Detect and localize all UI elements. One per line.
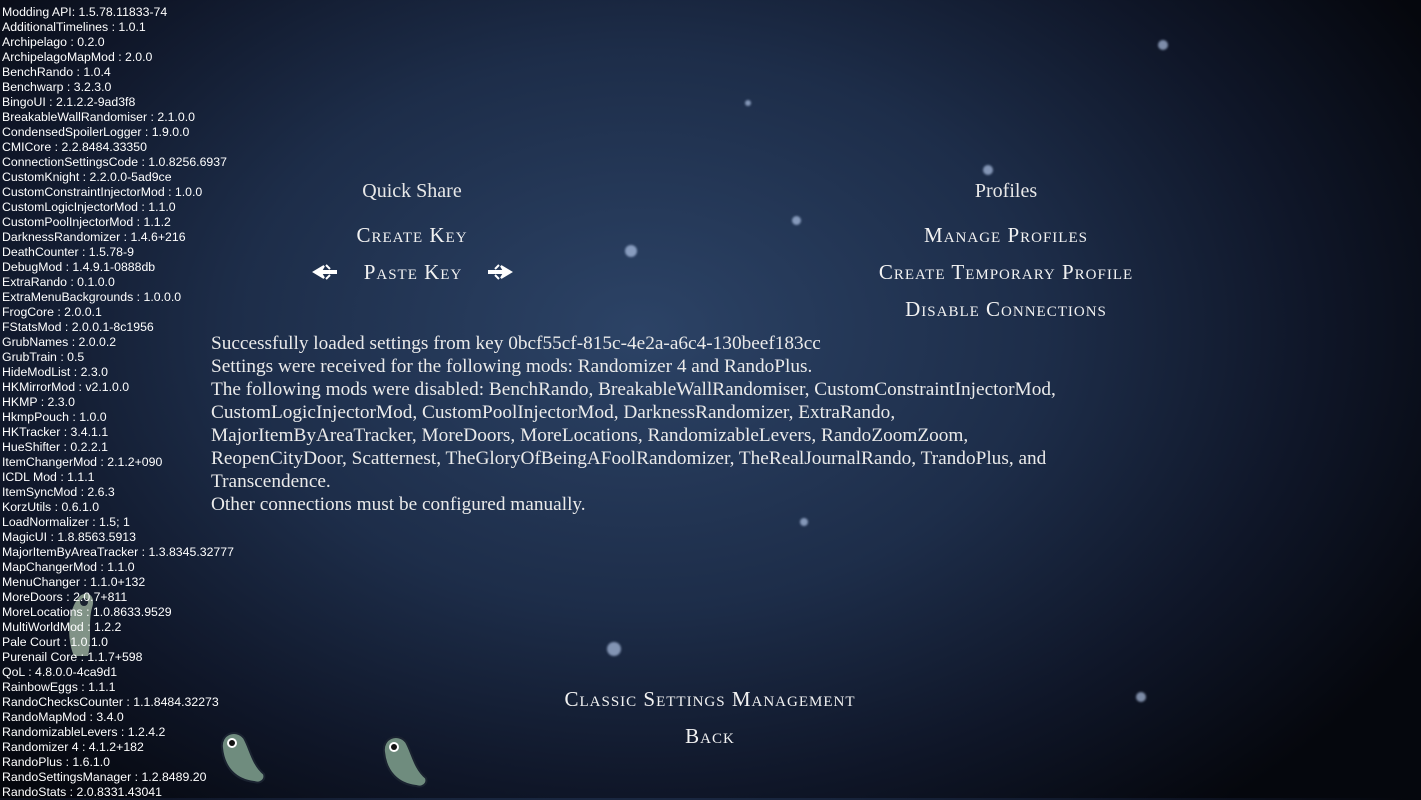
message-line: Settings were received for the following…: [211, 356, 813, 377]
mod-list-item: Modding API: 1.5.78.11833-74: [2, 5, 168, 19]
mod-list-item: GrubTrain : 0.5: [2, 350, 85, 364]
mod-list-item: MenuChanger : 1.1.0+132: [2, 575, 146, 589]
message-line: Other connections must be configured man…: [211, 494, 586, 515]
mod-list-item: RandomizableLevers : 1.2.4.2: [2, 725, 166, 739]
mod-list-item: AdditionalTimelines : 1.0.1: [2, 20, 146, 34]
mod-list-item: ICDL Mod : 1.1.1: [2, 470, 95, 484]
mod-list-item: GrubNames : 2.0.0.2: [2, 335, 117, 349]
grub-sprite-icon: [382, 736, 428, 788]
mod-list-item: CustomPoolInjectorMod : 1.1.2: [2, 215, 171, 229]
particle: [625, 245, 637, 257]
status-message: Successfully loaded settings from key 0b…: [211, 332, 1191, 516]
create-temporary-profile-button[interactable]: Create Temporary Profile: [879, 260, 1133, 285]
classic-settings-management-button[interactable]: Classic Settings Management: [564, 687, 855, 712]
mod-list-item: HideModList : 2.3.0: [2, 365, 108, 379]
particle: [1158, 40, 1168, 50]
mod-list-item: CondensedSpoilerLogger : 1.9.0.0: [2, 125, 190, 139]
mod-list-item: HkmpPouch : 1.0.0: [2, 410, 107, 424]
mod-list-item: CustomLogicInjectorMod : 1.1.0: [2, 200, 176, 214]
mod-list-item: QoL : 4.8.0.0-4ca9d1: [2, 665, 118, 679]
mod-list-item: RainbowEggs : 1.1.1: [2, 680, 116, 694]
mod-list-item: Purenail Core : 1.1.7+598: [2, 650, 143, 664]
mod-list-item: Benchwarp : 3.2.3.0: [2, 80, 112, 94]
mod-list-item: DarknessRandomizer : 1.4.6+216: [2, 230, 186, 244]
back-button[interactable]: Back: [685, 724, 735, 749]
mod-list-item: RandoPlus : 1.6.1.0: [2, 755, 111, 769]
mod-list-item: ConnectionSettingsCode : 1.0.8256.6937: [2, 155, 227, 169]
mod-list-item: ExtraMenuBackgrounds : 1.0.0.0: [2, 290, 182, 304]
mod-list-item: ItemChangerMod : 2.1.2+090: [2, 455, 163, 469]
particle: [800, 518, 808, 526]
fleur-right-icon: [488, 264, 513, 280]
mod-list-item: Pale Court : 1.0.1.0: [2, 635, 108, 649]
particle: [983, 165, 993, 175]
mod-list-item: RandoChecksCounter : 1.1.8484.32273: [2, 695, 219, 709]
mod-list-item: BingoUI : 2.1.2.2-9ad3f8: [2, 95, 136, 109]
message-line: Transcendence.: [211, 471, 331, 492]
quick-share-header: Quick Share: [362, 180, 462, 202]
mod-list-item: ArchipelagoMapMod : 2.0.0: [2, 50, 153, 64]
mod-list-item: HKMP : 2.3.0: [2, 395, 75, 409]
mod-list-item: ItemSyncMod : 2.6.3: [2, 485, 115, 499]
mod-list-item: MagicUI : 1.8.8563.5913: [2, 530, 136, 544]
mod-list-item: FStatsMod : 2.0.0.1-8c1956: [2, 320, 154, 334]
mod-list-item: MultiWorldMod : 1.2.2: [2, 620, 122, 634]
profiles-header: Profiles: [974, 180, 1038, 202]
disable-connections-button[interactable]: Disable Connections: [905, 297, 1107, 322]
mod-list-item: CustomKnight : 2.2.0.0-5ad9ce: [2, 170, 172, 184]
mod-list-item: LoadNormalizer : 1.5; 1: [2, 515, 130, 529]
mod-list-item: FrogCore : 2.0.0.1: [2, 305, 102, 319]
message-line: Successfully loaded settings from key 0b…: [211, 333, 821, 354]
mod-list-item: MoreLocations : 1.0.8633.9529: [2, 605, 172, 619]
mod-list-item: MapChangerMod : 1.1.0: [2, 560, 135, 574]
message-line: The following mods were disabled: BenchR…: [211, 379, 1056, 400]
mod-list-item: CMICore : 2.2.8484.33350: [2, 140, 147, 154]
mod-list-item: KorzUtils : 0.6.1.0: [2, 500, 100, 514]
mod-list-item: BreakableWallRandomiser : 2.1.0.0: [2, 110, 195, 124]
mod-list-item: MajorItemByAreaTracker : 1.3.8345.32777: [2, 545, 234, 559]
paste-key-button[interactable]: Paste Key: [364, 260, 463, 285]
particle: [1136, 692, 1146, 702]
mod-list-item: DeathCounter : 1.5.78-9: [2, 245, 134, 259]
create-key-button[interactable]: Create Key: [356, 223, 467, 248]
mod-list-item: HKTracker : 3.4.1.1: [2, 425, 109, 439]
message-line: MajorItemByAreaTracker, MoreDoors, MoreL…: [211, 425, 969, 446]
mod-list-item: HKMirrorMod : v2.1.0.0: [2, 380, 130, 394]
mod-list-item: ExtraRando : 0.1.0.0: [2, 275, 115, 289]
mod-list-item: BenchRando : 1.0.4: [2, 65, 111, 79]
fleur-left-icon: [312, 264, 337, 280]
manage-profiles-button[interactable]: Manage Profiles: [924, 223, 1088, 248]
particle: [607, 642, 621, 656]
mod-list-item: CustomConstraintInjectorMod : 1.0.0: [2, 185, 203, 199]
message-line: CustomLogicInjectorMod, CustomPoolInject…: [211, 402, 896, 423]
mod-list-item: Randomizer 4 : 4.1.2+182: [2, 740, 144, 754]
mod-list-item: Archipelago : 0.2.0: [2, 35, 105, 49]
mod-list-item: MoreDoors : 2.0.7+811: [2, 590, 128, 604]
particle: [792, 216, 801, 225]
particle: [745, 100, 751, 106]
mod-list-item: RandoSettingsManager : 1.2.8489.20: [2, 770, 207, 784]
mod-list-item: DebugMod : 1.4.9.1-0888db: [2, 260, 156, 274]
mod-list-item: HueShifter : 0.2.2.1: [2, 440, 108, 454]
mod-version-list: Modding API: 1.5.78.11833-74 AdditionalTi…: [2, 5, 234, 800]
mod-list-item: RandoMapMod : 3.4.0: [2, 710, 124, 724]
message-line: ReopenCityDoor, Scatternest, TheGloryOfB…: [211, 448, 1047, 469]
